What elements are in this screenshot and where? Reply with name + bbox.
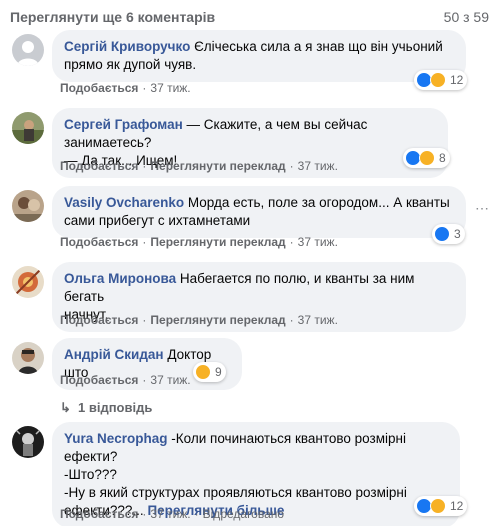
- comment-author[interactable]: Vasily Ovcharenko: [64, 195, 184, 210]
- like-icon: [434, 226, 450, 242]
- edited-label: Відредаговано: [202, 507, 285, 521]
- see-translation-button[interactable]: Переглянути переклад: [150, 235, 285, 249]
- see-translation-button[interactable]: Переглянути переклад: [150, 159, 285, 173]
- timestamp[interactable]: 37 тиж.: [150, 81, 190, 95]
- reply-arrow-icon: ↳: [60, 400, 71, 415]
- comment-text-line: сами прибегут с ихтамнетами: [64, 213, 251, 228]
- comment-text-line: прямо як дупой чуяв.: [64, 57, 197, 72]
- like-button[interactable]: Подобається: [60, 507, 138, 521]
- reaction-count: 12: [450, 499, 464, 513]
- comment-bubble: Сергій Криворучко Єлічеська сила а я зна…: [52, 30, 466, 82]
- comment-text-line: Морда есть, поле за огородом... А кванты: [187, 195, 450, 210]
- avatar[interactable]: [12, 266, 44, 298]
- user-photo-icon: [12, 190, 44, 222]
- reaction-count: 9: [215, 365, 222, 379]
- reaction-summary[interactable]: 9: [193, 362, 226, 382]
- comment-text-line: -Што???: [64, 467, 117, 482]
- more-options-icon[interactable]: ⋯: [474, 200, 490, 216]
- timestamp[interactable]: 37 тиж.: [298, 235, 338, 249]
- avatar[interactable]: [12, 112, 44, 144]
- comment-actions: Подобається · Переглянути переклад · 37 тиж.: [60, 235, 338, 249]
- timestamp[interactable]: 37 тиж.: [150, 507, 190, 521]
- user-photo-icon: [12, 266, 44, 298]
- timestamp[interactable]: 37 тиж.: [298, 159, 338, 173]
- comment-count: 50 з 59: [443, 9, 489, 25]
- like-button[interactable]: Подобається: [60, 81, 138, 95]
- default-avatar-icon: [12, 34, 44, 66]
- avatar[interactable]: [12, 342, 44, 374]
- comment-actions: Подобається · 37 тиж. · Відредаговано: [60, 507, 285, 521]
- haha-icon: [430, 72, 446, 88]
- timestamp[interactable]: 37 тиж.: [298, 313, 338, 327]
- comment-author[interactable]: Сергій Криворучко: [64, 39, 190, 54]
- reaction-count: 3: [454, 227, 461, 241]
- view-replies-link[interactable]: ↳ 1 відповідь: [60, 400, 152, 416]
- comment-author[interactable]: Ольга Миронова: [64, 271, 176, 286]
- comment-author[interactable]: Андрій Скидан: [64, 347, 164, 362]
- reaction-summary[interactable]: 8: [403, 148, 450, 168]
- reaction-count: 8: [439, 151, 446, 165]
- reaction-summary[interactable]: 3: [432, 224, 465, 244]
- comment-actions: Подобається · Переглянути переклад · 37 тиж.: [60, 313, 338, 327]
- like-button[interactable]: Подобається: [60, 159, 138, 173]
- comment-text-line: Єлічеська сила а я знав що він учьоний: [194, 39, 443, 54]
- replies-count-label: 1 відповідь: [78, 400, 153, 415]
- user-photo-icon: [12, 112, 44, 144]
- comment-actions: Подобається · 37 тиж.: [60, 373, 191, 387]
- haha-icon: [195, 364, 211, 380]
- avatar[interactable]: [12, 426, 44, 458]
- comment-text-line: -Ну в який структурах проявляються квант…: [64, 485, 407, 500]
- comment-bubble: Vasily Ovcharenko Морда есть, поле за ог…: [52, 186, 466, 238]
- comment-author[interactable]: Yura Necrophag: [64, 431, 168, 446]
- reaction-summary[interactable]: 12: [414, 496, 468, 516]
- like-button[interactable]: Подобається: [60, 313, 138, 327]
- like-button[interactable]: Подобається: [60, 235, 138, 249]
- comment-actions: Подобається · Переглянути переклад · 37 тиж.: [60, 159, 338, 173]
- haha-icon: [430, 498, 446, 514]
- view-more-comments-link[interactable]: Переглянути ще 6 коментарів: [10, 9, 215, 25]
- like-button[interactable]: Подобається: [60, 373, 138, 387]
- comment-author[interactable]: Сергей Графоман: [64, 117, 183, 132]
- avatar[interactable]: [12, 190, 44, 222]
- reaction-count: 12: [450, 73, 464, 87]
- haha-icon: [419, 150, 435, 166]
- user-photo-icon: [12, 426, 44, 458]
- comment-actions: Подобається · 37 тиж.: [60, 81, 191, 95]
- reaction-summary[interactable]: 12: [414, 70, 468, 90]
- see-translation-button[interactable]: Переглянути переклад: [150, 313, 285, 327]
- avatar[interactable]: [12, 34, 44, 66]
- timestamp[interactable]: 37 тиж.: [150, 373, 190, 387]
- user-photo-icon: [12, 342, 44, 374]
